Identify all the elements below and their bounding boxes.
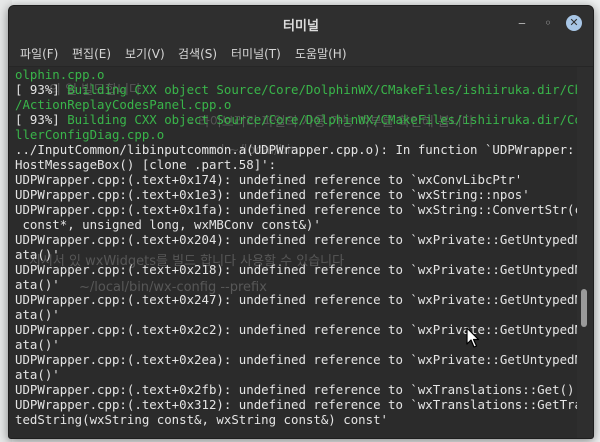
scrollbar-thumb[interactable] xyxy=(581,289,587,327)
terminal-line: ata()' xyxy=(15,247,60,262)
mouse-pointer-icon xyxy=(466,327,480,348)
terminal-line-text: tedString(wxString const&, wxString cons… xyxy=(15,412,388,427)
terminal-line-text: [ 93%] xyxy=(15,112,68,127)
terminal-line: UDPWrapper.cpp:(.text+0x1fa): undefined … xyxy=(15,202,577,217)
terminal-line: ata()' xyxy=(15,367,60,382)
terminal-line: /ActionReplayCodesPanel.cpp.o xyxy=(15,97,231,112)
terminal-line-text: UDPWrapper.cpp:(.text+0x2ea): undefined … xyxy=(15,352,577,367)
terminal-line-text: olphin.cpp.o xyxy=(15,67,105,82)
minimize-button[interactable]: ‒ xyxy=(514,15,530,31)
terminal-line-text: [ 93%] xyxy=(15,82,68,97)
terminal-line-text: HostMessageBox() [clone .part.58]': xyxy=(15,157,277,172)
terminal-line-text: UDPWrapper.cpp:(.text+0x2c2): undefined … xyxy=(15,322,577,337)
terminal-line: olphin.cpp.o xyxy=(15,67,105,82)
terminal-line: UDPWrapper.cpp:(.text+0x2fb): undefined … xyxy=(15,382,577,397)
terminal-line-text: UDPWrapper.cpp:(.text+0x2fb): undefined … xyxy=(15,382,577,397)
terminal-line: [ 93%] Building CXX object Source/Core/D… xyxy=(15,112,577,127)
menu-search[interactable]: 검색(S) xyxy=(178,45,217,62)
terminal-line-text: ../InputCommon/libinputcommon.a(UDPWrapp… xyxy=(15,142,577,157)
terminal-line-text: const*, unsigned long, wxMBConv const&)' xyxy=(15,217,321,232)
terminal-line-build-text: Building CXX object Source/Core/DolphinW… xyxy=(67,82,577,97)
terminal-line: UDPWrapper.cpp:(.text+0x204): undefined … xyxy=(15,232,577,247)
terminal-line-text: UDPWrapper.cpp:(.text+0x247): undefined … xyxy=(15,292,577,307)
terminal-line-text: UDPWrapper.cpp:(.text+0x218): undefined … xyxy=(15,262,577,277)
terminal-line: [ 93%] Building CXX object Source/Core/D… xyxy=(15,82,577,97)
terminal-line-text: /ActionReplayCodesPanel.cpp.o xyxy=(15,97,232,112)
terminal-line-text: ata()' xyxy=(15,247,60,262)
terminal-line: ata()' xyxy=(15,337,60,352)
terminal-line: UDPWrapper.cpp:(.text+0x2ea): undefined … xyxy=(15,352,577,367)
menu-edit[interactable]: 편집(E) xyxy=(72,45,111,62)
terminal-window: 터미널 ‒ ◦ ✕ 파일(F) 편집(E) 보기(V) 검색(S) 터미널(T)… xyxy=(8,5,594,439)
terminal-line-text: UDPWrapper.cpp:(.text+0x1fa): undefined … xyxy=(15,202,577,217)
terminal-line-text: UDPWrapper.cpp:(.text+0x312): undefined … xyxy=(15,397,577,412)
menu-file[interactable]: 파일(F) xyxy=(20,45,58,62)
terminal-line: UDPWrapper.cpp:(.text+0x247): undefined … xyxy=(15,292,577,307)
terminal-line: UDPWrapper.cpp:(.text+0x174): undefined … xyxy=(15,172,522,187)
terminal-line: ata()' xyxy=(15,307,60,322)
menu-view[interactable]: 보기(V) xyxy=(125,45,165,62)
vertical-scrollbar[interactable] xyxy=(577,67,593,438)
terminal-line-build-text: Building CXX object Source/Core/DolphinW… xyxy=(67,112,577,127)
menu-help[interactable]: 도움말(H) xyxy=(295,45,347,62)
terminal-line-text: ata()' xyxy=(15,367,60,382)
maximize-button[interactable]: ◦ xyxy=(540,15,556,31)
menu-terminal[interactable]: 터미널(T) xyxy=(231,45,281,62)
titlebar[interactable]: 터미널 ‒ ◦ ✕ xyxy=(9,6,593,39)
terminal-line-text: ata()' xyxy=(15,337,60,352)
terminal-line: HostMessageBox() [clone .part.58]': xyxy=(15,157,276,172)
terminal-line-text: ata()' xyxy=(15,277,60,292)
terminal-line: tedString(wxString const&, wxString cons… xyxy=(15,412,388,427)
terminal-line-text: llerConfigDiag.cpp.o xyxy=(15,127,165,142)
terminal-line: UDPWrapper.cpp:(.text+0x2c2): undefined … xyxy=(15,322,577,337)
terminal-line-text: UDPWrapper.cpp:(.text+0x174): undefined … xyxy=(15,172,523,187)
terminal-line: const*, unsigned long, wxMBConv const&)' xyxy=(15,217,321,232)
close-button[interactable]: ✕ xyxy=(566,15,582,31)
terminal-line: llerConfigDiag.cpp.o xyxy=(15,127,164,142)
terminal-line: UDPWrapper.cpp:(.text+0x312): undefined … xyxy=(15,397,577,412)
terminal-line: UDPWrapper.cpp:(.text+0x1e3): undefined … xyxy=(15,187,530,202)
terminal-line-text: UDPWrapper.cpp:(.text+0x204): undefined … xyxy=(15,232,577,247)
terminal-line: ata()' xyxy=(15,277,60,292)
menubar: 파일(F) 편집(E) 보기(V) 검색(S) 터미널(T) 도움말(H) xyxy=(9,39,593,67)
terminal-line: UDPWrapper.cpp:(.text+0x218): undefined … xyxy=(15,262,577,277)
terminal-line: ../InputCommon/libinputcommon.a(UDPWrapp… xyxy=(15,142,577,157)
terminal-output[interactable]: 의 일 빌드합니다 - 라이브러리 파일의 사용 가능 여부를 확인해 봅니다 … xyxy=(9,67,577,438)
window-title: 터미널 xyxy=(283,19,319,34)
terminal-line-text: ata()' xyxy=(15,307,60,322)
terminal-line-text: UDPWrapper.cpp:(.text+0x1e3): undefined … xyxy=(15,187,530,202)
